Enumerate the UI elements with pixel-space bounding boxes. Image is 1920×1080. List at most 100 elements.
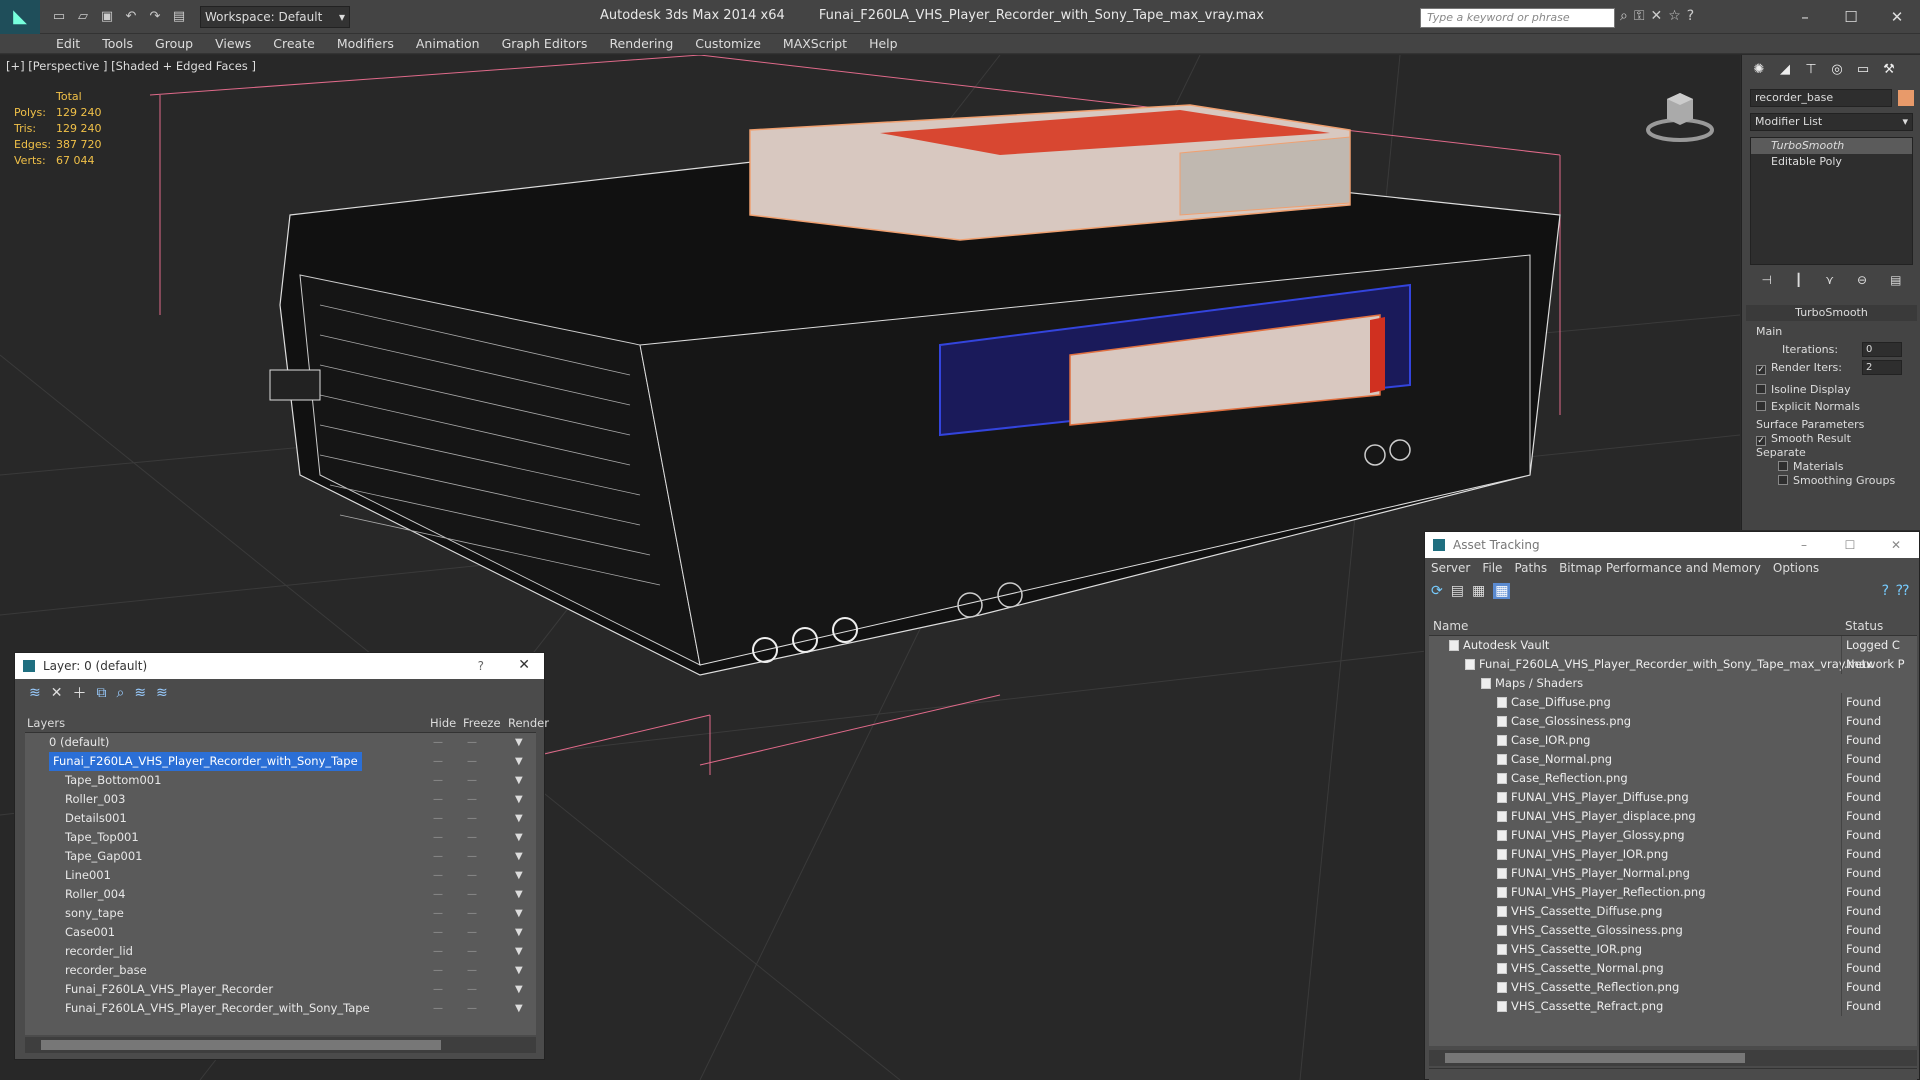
render-toggle-icon[interactable]: ▼ bbox=[515, 942, 523, 961]
menu-help[interactable]: Help bbox=[869, 36, 898, 51]
asset-row[interactable]: VHS_Cassette_Glossiness.png Found bbox=[1429, 921, 1917, 940]
render-toggle-icon[interactable]: ▼ bbox=[515, 999, 523, 1018]
add-to-layer-icon[interactable]: ＋ bbox=[72, 683, 86, 703]
menu-modifiers[interactable]: Modifiers bbox=[337, 36, 394, 51]
close-icon[interactable]: ✕ bbox=[518, 657, 530, 673]
minimize-icon[interactable]: – bbox=[1781, 532, 1827, 558]
layer-horizontal-scrollbar[interactable] bbox=[25, 1037, 536, 1053]
make-unique-icon[interactable]: ⋎ bbox=[1825, 273, 1834, 293]
delete-layer-icon[interactable]: ✕ bbox=[51, 685, 63, 701]
asset-row[interactable]: VHS_Cassette_IOR.png Found bbox=[1429, 940, 1917, 959]
layer-row[interactable]: 0 (default) — — ▼ bbox=[25, 733, 536, 752]
new-file-icon[interactable]: ▭ bbox=[48, 6, 70, 28]
layer-row[interactable]: Line001 — — ▼ bbox=[25, 866, 536, 885]
layer-row[interactable]: sony_tape — — ▼ bbox=[25, 904, 536, 923]
open-file-icon[interactable]: ▱ bbox=[72, 6, 94, 28]
asset-row[interactable]: FUNAI_VHS_Player_Diffuse.png Found bbox=[1429, 788, 1917, 807]
col-layers[interactable]: Layers bbox=[27, 716, 65, 730]
asset-menu-server[interactable]: Server bbox=[1431, 561, 1470, 575]
select-objects-icon[interactable]: ⧉ bbox=[96, 685, 106, 701]
menu-views[interactable]: Views bbox=[215, 36, 251, 51]
asset-row[interactable]: Case_Diffuse.png Found bbox=[1429, 693, 1917, 712]
help-cursor-icon[interactable]: ⁇ bbox=[1896, 583, 1909, 599]
explicit-normals-checkbox[interactable] bbox=[1756, 401, 1766, 411]
asset-row[interactable]: VHS_Cassette_Reflection.png Found bbox=[1429, 978, 1917, 997]
asset-row[interactable]: VHS_Cassette_Refract.png Found bbox=[1429, 997, 1917, 1016]
save-file-icon[interactable]: ▣ bbox=[96, 6, 118, 28]
grid-view-icon[interactable]: ▦ bbox=[1493, 583, 1511, 599]
freeze-toggle-icon[interactable]: — bbox=[467, 828, 477, 847]
hide-toggle-icon[interactable]: — bbox=[433, 942, 443, 961]
turbosmooth-rollout-header[interactable]: TurboSmooth bbox=[1746, 305, 1917, 321]
modify-tab-icon[interactable]: ◢ bbox=[1774, 59, 1796, 79]
render-iters-checkbox[interactable]: ✓ bbox=[1756, 365, 1766, 375]
render-toggle-icon[interactable]: ▼ bbox=[515, 961, 523, 980]
app-logo-icon[interactable]: ◣ bbox=[0, 0, 40, 34]
layer-row[interactable]: recorder_base — — ▼ bbox=[25, 961, 536, 980]
menu-create[interactable]: Create bbox=[273, 36, 315, 51]
smoothing-groups-checkbox[interactable] bbox=[1778, 475, 1788, 485]
undo-icon[interactable]: ↶ bbox=[120, 6, 142, 28]
layer-row[interactable]: Tape_Gap001 — — ▼ bbox=[25, 847, 536, 866]
layer-row[interactable]: Funai_F260LA_VHS_Player_Recorder — — ▼ bbox=[25, 980, 536, 999]
close-icon[interactable]: ✕ bbox=[1874, 0, 1920, 34]
render-toggle-icon[interactable]: ▼ bbox=[515, 828, 523, 847]
hide-toggle-icon[interactable]: — bbox=[433, 828, 443, 847]
render-toggle-icon[interactable]: ▼ bbox=[515, 885, 523, 904]
layer-row[interactable]: Case001 — — ▼ bbox=[25, 923, 536, 942]
freeze-toggle-icon[interactable]: — bbox=[467, 942, 477, 961]
hide-toggle-icon[interactable]: — bbox=[433, 980, 443, 999]
hide-all-layers-icon[interactable]: ≋ bbox=[134, 685, 146, 701]
scrollbar-thumb[interactable] bbox=[41, 1040, 441, 1050]
favorites-star-icon[interactable]: ☆ bbox=[1668, 8, 1681, 24]
freeze-toggle-icon[interactable]: — bbox=[467, 961, 477, 980]
hide-toggle-icon[interactable]: — bbox=[433, 999, 443, 1018]
layer-row[interactable]: Funai_F260LA_VHS_Player_Recorder_with_So… bbox=[25, 999, 536, 1018]
stack-item-turbosmooth[interactable]: TurboSmooth bbox=[1751, 138, 1912, 154]
col-render[interactable]: Render bbox=[508, 716, 549, 730]
maximize-icon[interactable]: ☐ bbox=[1827, 532, 1873, 558]
freeze-toggle-icon[interactable]: — bbox=[467, 771, 477, 790]
asset-row[interactable]: Case_Glossiness.png Found bbox=[1429, 712, 1917, 731]
asset-menu-options[interactable]: Options bbox=[1773, 561, 1819, 575]
freeze-toggle-icon[interactable]: — bbox=[467, 847, 477, 866]
asset-row[interactable]: Maps / Shaders bbox=[1429, 674, 1917, 693]
help-icon[interactable]: ? bbox=[1882, 583, 1889, 599]
col-name[interactable]: Name bbox=[1433, 619, 1468, 633]
asset-menu-file[interactable]: File bbox=[1482, 561, 1502, 575]
freeze-toggle-icon[interactable]: — bbox=[467, 790, 477, 809]
minimize-icon[interactable]: – bbox=[1782, 0, 1828, 34]
asset-menu-paths[interactable]: Paths bbox=[1514, 561, 1547, 575]
col-status[interactable]: Status bbox=[1845, 619, 1883, 633]
menu-edit[interactable]: Edit bbox=[56, 36, 80, 51]
menu-graph-editors[interactable]: Graph Editors bbox=[502, 36, 588, 51]
hide-toggle-icon[interactable]: — bbox=[433, 733, 443, 752]
freeze-toggle-icon[interactable]: — bbox=[467, 752, 477, 771]
show-end-result-icon[interactable]: ┃ bbox=[1795, 273, 1802, 293]
hide-toggle-icon[interactable]: — bbox=[433, 847, 443, 866]
table-view-icon[interactable]: ▦ bbox=[1472, 583, 1485, 599]
render-iters-spinner[interactable]: 2 bbox=[1862, 360, 1902, 375]
asset-row[interactable]: Case_Reflection.png Found bbox=[1429, 769, 1917, 788]
refresh-icon[interactable]: ⟳ bbox=[1431, 583, 1443, 599]
isoline-checkbox[interactable] bbox=[1756, 384, 1766, 394]
key-icon[interactable]: ⚿ bbox=[1634, 8, 1645, 24]
asset-row[interactable]: Autodesk Vault Logged C bbox=[1429, 636, 1917, 655]
hierarchy-tab-icon[interactable]: ⊤ bbox=[1800, 59, 1822, 79]
create-tab-icon[interactable]: ✺ bbox=[1748, 59, 1770, 79]
freeze-all-layers-icon[interactable]: ≋ bbox=[156, 685, 168, 701]
pin-stack-icon[interactable]: ⊣ bbox=[1762, 273, 1772, 293]
search-input[interactable]: Type a keyword or phrase bbox=[1420, 8, 1615, 28]
layer-row[interactable]: Roller_004 — — ▼ bbox=[25, 885, 536, 904]
asset-row[interactable]: Funai_F260LA_VHS_Player_Recorder_with_So… bbox=[1429, 655, 1917, 674]
asset-row[interactable]: VHS_Cassette_Diffuse.png Found bbox=[1429, 902, 1917, 921]
close-icon[interactable]: ✕ bbox=[1873, 532, 1919, 558]
menu-customize[interactable]: Customize bbox=[695, 36, 761, 51]
layer-row[interactable]: Details001 — — ▼ bbox=[25, 809, 536, 828]
utilities-tab-icon[interactable]: ⚒ bbox=[1878, 59, 1900, 79]
render-toggle-icon[interactable]: ▼ bbox=[515, 733, 523, 752]
object-name-field[interactable]: recorder_base bbox=[1750, 89, 1892, 107]
asset-horizontal-scrollbar[interactable] bbox=[1429, 1050, 1917, 1066]
hide-toggle-icon[interactable]: — bbox=[433, 790, 443, 809]
render-toggle-icon[interactable]: ▼ bbox=[515, 790, 523, 809]
